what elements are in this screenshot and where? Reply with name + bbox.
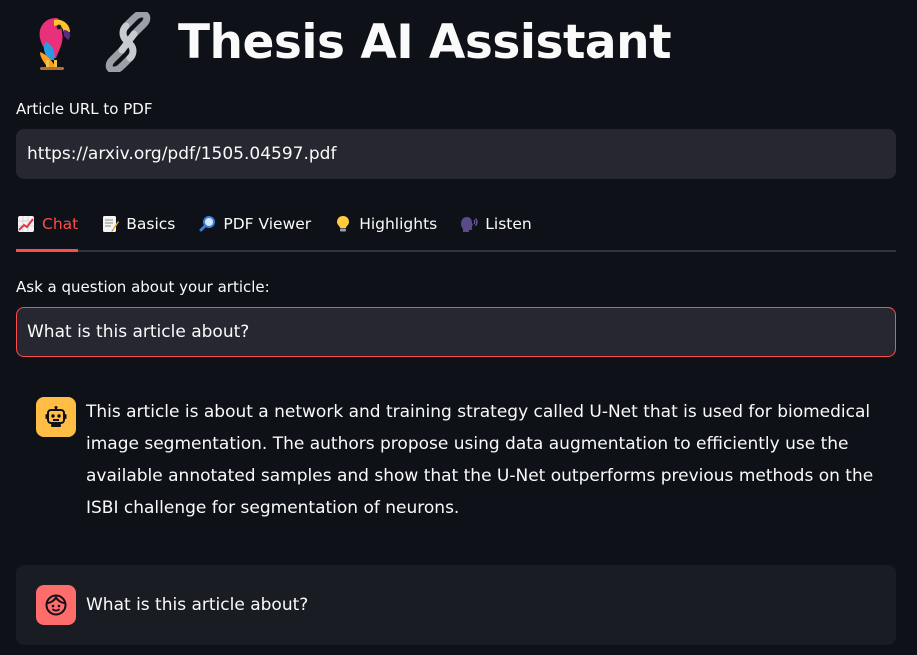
chat-message-user: What is this article about? bbox=[16, 565, 896, 645]
app-page: Thesis AI Assistant Article URL to PDF C… bbox=[0, 0, 917, 655]
assistant-message-text: This article is about a network and trai… bbox=[86, 402, 874, 518]
url-input[interactable] bbox=[27, 144, 885, 164]
robot-icon bbox=[36, 397, 76, 437]
url-field[interactable] bbox=[16, 129, 896, 179]
tab-pdf-viewer-label: PDF Viewer bbox=[223, 215, 312, 233]
tab-chat[interactable]: Chat bbox=[16, 205, 79, 252]
chat-message-assistant: This article is about a network and trai… bbox=[16, 381, 896, 540]
url-field-label: Article URL to PDF bbox=[16, 100, 153, 118]
tab-listen[interactable]: Listen bbox=[459, 205, 532, 243]
tab-chat-label: Chat bbox=[42, 215, 79, 233]
memo-icon bbox=[100, 214, 120, 234]
magnifier-icon bbox=[197, 214, 217, 234]
question-field[interactable] bbox=[16, 307, 896, 357]
tab-basics-label: Basics bbox=[126, 215, 176, 233]
tab-bar: Chat Basics PDF Viewer Highlights Listen bbox=[16, 205, 896, 252]
user-message-text: What is this article about? bbox=[86, 595, 309, 615]
link-icon bbox=[105, 12, 151, 72]
light-bulb-icon bbox=[333, 214, 353, 234]
tab-pdf-viewer[interactable]: PDF Viewer bbox=[197, 205, 311, 243]
chart-increasing-icon bbox=[16, 214, 36, 234]
speaking-head-icon bbox=[459, 214, 479, 234]
face-icon bbox=[36, 585, 76, 625]
tab-listen-label: Listen bbox=[485, 215, 532, 233]
tab-highlights[interactable]: Highlights bbox=[333, 205, 437, 243]
tab-basics[interactable]: Basics bbox=[100, 205, 175, 243]
question-field-label: Ask a question about your article: bbox=[16, 278, 270, 296]
question-input[interactable] bbox=[27, 322, 885, 342]
page-header: Thesis AI Assistant bbox=[26, 10, 672, 74]
page-title: Thesis AI Assistant bbox=[178, 14, 672, 70]
parrot-icon bbox=[39, 18, 71, 70]
tab-highlights-label: Highlights bbox=[359, 215, 438, 233]
